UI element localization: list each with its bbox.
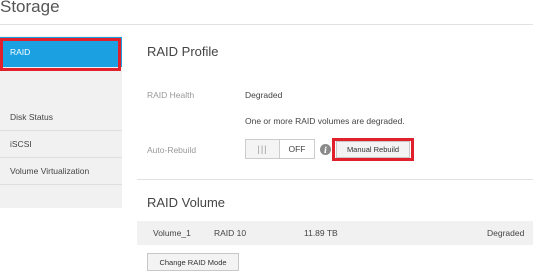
page-title: Storage bbox=[0, 0, 60, 16]
sidebar-item-iscsi[interactable]: iSCSI bbox=[0, 130, 122, 158]
auto-rebuild-toggle[interactable]: ||| OFF bbox=[245, 139, 315, 159]
change-raid-mode-button[interactable]: Change RAID Mode bbox=[147, 253, 239, 271]
sidebar-item-disk-status[interactable]: Disk Status bbox=[0, 103, 122, 131]
info-icon[interactable]: i bbox=[320, 144, 331, 155]
volume-size: 11.89 TB bbox=[304, 228, 338, 238]
toggle-knob[interactable]: ||| bbox=[246, 140, 280, 158]
raid-health-value: Degraded bbox=[245, 90, 283, 100]
toggle-state-label: OFF bbox=[288, 144, 306, 154]
volume-raid-level: RAID 10 bbox=[214, 228, 247, 238]
volume-name: Volume_1 bbox=[153, 228, 191, 238]
sidebar: RAID Disk Status iSCSI Volume Virtualiza… bbox=[0, 36, 122, 208]
raid-volume-title: RAID Volume bbox=[147, 195, 226, 210]
volume-status: Degraded bbox=[487, 228, 525, 238]
raid-health-message: One or more RAID volumes are degraded. bbox=[245, 116, 405, 126]
section-divider bbox=[137, 179, 533, 180]
sidebar-item-volume-virtualization[interactable]: Volume Virtualization bbox=[0, 157, 122, 185]
manual-rebuild-button[interactable]: Manual Rebuild bbox=[336, 141, 410, 158]
raid-profile-title: RAID Profile bbox=[147, 44, 219, 59]
title-divider bbox=[0, 24, 533, 25]
raid-health-label: RAID Health bbox=[147, 90, 195, 100]
sidebar-item-raid[interactable]: RAID bbox=[0, 37, 122, 67]
auto-rebuild-label: Auto-Rebuild bbox=[147, 145, 197, 155]
